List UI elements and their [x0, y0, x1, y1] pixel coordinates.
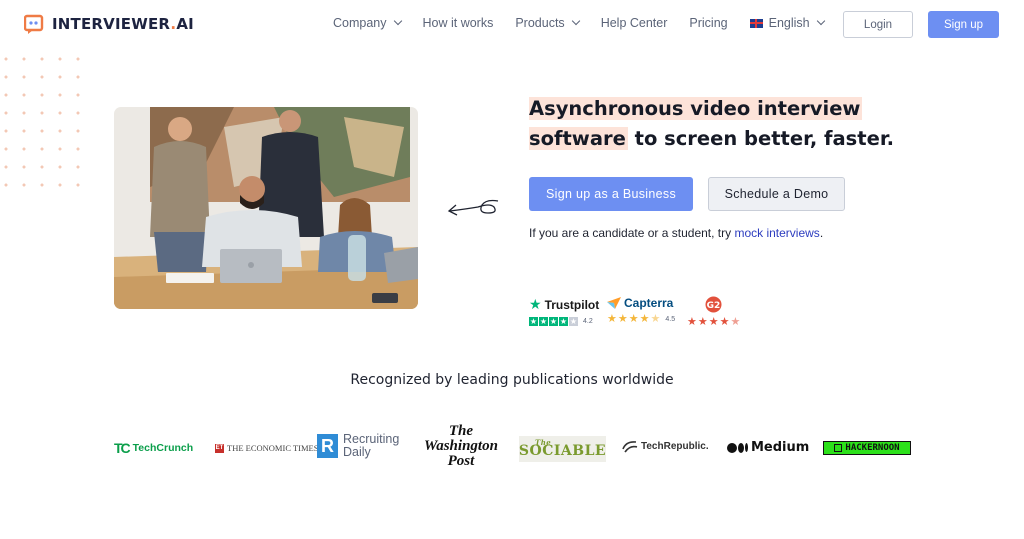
- publications-heading: Recognized by leading publications world…: [350, 372, 674, 388]
- trustpilot-label: Trustpilot: [544, 297, 600, 312]
- recruiting-daily-name: Recruiting Daily: [343, 433, 399, 459]
- trustpilot-star-icon: ★: [529, 296, 542, 312]
- decorative-dot-pattern: [0, 50, 80, 200]
- g2-rating[interactable]: G2 ★ ★ ★ ★ ★: [687, 296, 740, 328]
- hackernoon-icon: [834, 444, 843, 452]
- chevron-down-icon: [393, 16, 402, 26]
- chevron-down-icon: [816, 16, 825, 26]
- schedule-demo-button[interactable]: Schedule a Demo: [708, 177, 845, 211]
- sociable-name: SOCIABLE: [518, 443, 607, 459]
- techrepublic-name: TechRepublic.: [641, 440, 709, 452]
- star-icon: ★: [529, 317, 538, 326]
- nav-company[interactable]: Company: [333, 16, 402, 30]
- techcrunch-mark: TC: [114, 440, 131, 456]
- g2-logo-text: G2: [707, 301, 721, 311]
- g2-logo-icon: G2: [705, 296, 722, 313]
- trustpilot-name-row: ★ Trustpilot: [529, 296, 599, 313]
- login-button[interactable]: Login: [843, 11, 913, 38]
- star-icon: ★: [639, 313, 650, 325]
- nav-help-center[interactable]: Help Center: [601, 16, 668, 30]
- brand-logo[interactable]: INTERVIEWER.AI: [24, 13, 194, 35]
- brand-name: INTERVIEWER.AI: [52, 15, 194, 33]
- site-header: INTERVIEWER.AI Company How it works Prod…: [0, 0, 1024, 48]
- capterra-score: 4.5: [665, 316, 676, 323]
- trustpilot-score: 4.2: [583, 318, 593, 325]
- star-half-icon: ★: [730, 316, 741, 328]
- capterra-rating[interactable]: Capterra ★ ★ ★ ★ ★ 4.5: [607, 296, 675, 325]
- medium-logo: Medium: [727, 440, 809, 455]
- sociable-logo: The SOCIABLE: [519, 436, 606, 462]
- capterra-label: Capterra: [624, 296, 674, 310]
- interviewer-ai-logo-icon: [24, 14, 44, 34]
- star-icon: ★: [697, 316, 708, 328]
- hackernoon-name: HACKERNOON: [845, 443, 900, 453]
- medium-icon: [727, 442, 748, 453]
- hero-title-rest: to screen better, faster.: [627, 127, 895, 150]
- star-icon: ★: [559, 317, 568, 326]
- star-half-icon: ★: [650, 313, 661, 325]
- hero-title-line1: Asynchronous video interview: [529, 97, 863, 120]
- washington-post-line2: Washington: [424, 438, 498, 454]
- recruiting-daily-mark: R: [317, 434, 338, 458]
- trustpilot-rating[interactable]: ★ Trustpilot ★ ★ ★ ★ ★ 4.2: [529, 296, 599, 326]
- star-icon: ★: [607, 313, 617, 325]
- nav-how-it-works-label: How it works: [422, 16, 494, 30]
- candidate-note: If you are a candidate or a student, try…: [529, 226, 823, 240]
- capterra-name-row: Capterra: [607, 296, 675, 310]
- hackernoon-logo: HACKERNOON: [823, 441, 911, 455]
- techcrunch-name: TechCrunch: [132, 442, 194, 454]
- star-icon: ★: [569, 317, 578, 326]
- star-icon: ★: [549, 317, 558, 326]
- nav-pricing-label: Pricing: [689, 16, 728, 30]
- signup-button[interactable]: Sign up: [928, 11, 999, 38]
- recruiting-daily-line1: Recruiting: [343, 432, 400, 446]
- capterra-arrow-icon: [607, 297, 621, 309]
- g2-name-row: G2: [687, 296, 740, 313]
- trustpilot-stars: ★ ★ ★ ★ ★ 4.2: [529, 317, 599, 326]
- nav-pricing[interactable]: Pricing: [689, 16, 727, 30]
- techrepublic-icon: [622, 441, 638, 453]
- scribble-arrow-icon: [447, 199, 499, 216]
- recruiting-daily-logo: R Recruiting Daily: [317, 433, 399, 459]
- nav-how-it-works[interactable]: How it works: [423, 16, 494, 30]
- medium-name: Medium: [751, 440, 810, 455]
- nav-products[interactable]: Products: [515, 16, 580, 30]
- star-icon: ★: [628, 313, 639, 325]
- language-label: English: [768, 16, 810, 30]
- star-icon: ★: [539, 317, 548, 326]
- recruiting-daily-line2: Daily: [343, 445, 371, 459]
- star-icon: ★: [719, 316, 730, 328]
- economic-times-name: THE ECONOMIC TIMES: [227, 443, 319, 453]
- hero-title: Asynchronous video interview software to…: [529, 94, 894, 154]
- star-icon: ★: [708, 316, 719, 328]
- star-icon: ★: [687, 316, 697, 328]
- hero-title-highlight: software: [529, 127, 628, 150]
- techcrunch-logo: TC TechCrunch: [114, 440, 193, 456]
- capterra-stars: ★ ★ ★ ★ ★ 4.5: [607, 314, 675, 325]
- washington-post-line3: Post: [447, 453, 475, 469]
- nav-company-label: Company: [333, 16, 387, 30]
- washington-post-logo: The Washington Post: [424, 424, 498, 469]
- nav-products-label: Products: [515, 16, 565, 30]
- main-nav: Company How it works Products Help Cente…: [333, 16, 825, 30]
- uk-flag-icon: [749, 18, 763, 28]
- sociable-prefix: The: [535, 438, 552, 447]
- team-photo-illustration: [114, 107, 418, 309]
- candidate-note-end: .: [819, 226, 824, 240]
- economic-times-mark: ET: [215, 443, 224, 453]
- mock-interviews-link[interactable]: mock interviews: [734, 226, 819, 240]
- g2-stars: ★ ★ ★ ★ ★: [687, 317, 740, 328]
- hero-team-photo: [114, 107, 418, 309]
- techrepublic-logo: TechRepublic.: [622, 439, 709, 453]
- washington-post-line1: The: [448, 423, 474, 439]
- candidate-note-text: If you are a candidate or a student, try: [529, 226, 735, 240]
- language-selector[interactable]: English: [749, 16, 825, 30]
- signup-business-button[interactable]: Sign up as a Business: [529, 177, 693, 211]
- economic-times-logo: ET THE ECONOMIC TIMES: [215, 443, 318, 453]
- chevron-down-icon: [571, 16, 580, 26]
- star-icon: ★: [617, 313, 628, 325]
- nav-help-center-label: Help Center: [600, 16, 668, 30]
